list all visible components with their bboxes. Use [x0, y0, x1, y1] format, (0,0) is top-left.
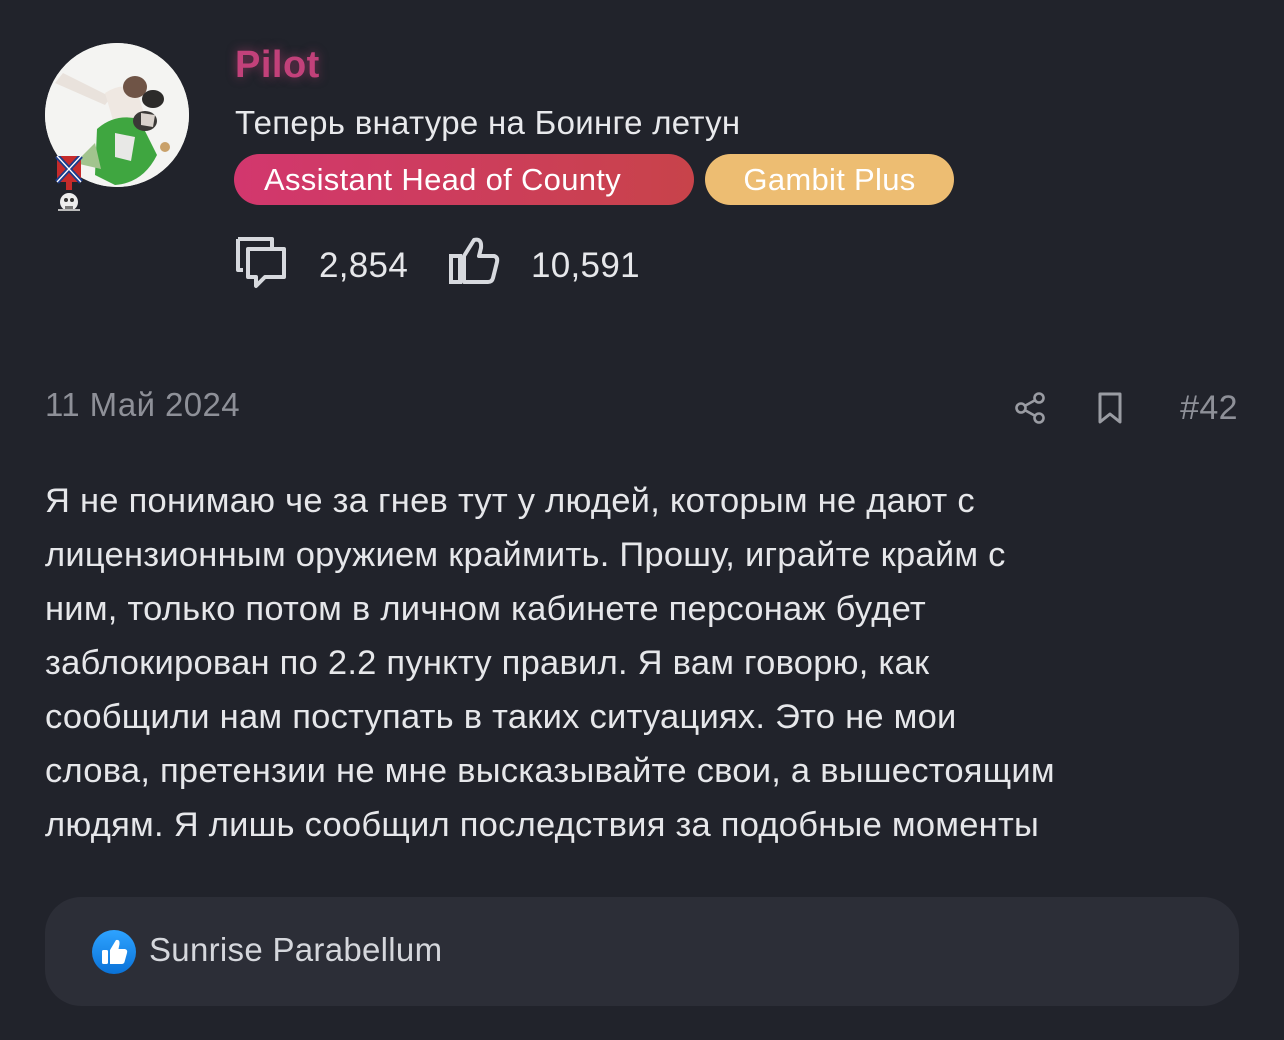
- post-number-link[interactable]: #42: [1180, 389, 1238, 428]
- likes-count: 10,591: [531, 246, 640, 285]
- badge-gambit-plus: Gambit Plus: [705, 154, 954, 205]
- author-title: Теперь внатуре на Боинге летун: [235, 104, 741, 141]
- badge-assistant-head-of-county: Assistant Head of County: [234, 154, 694, 205]
- like-reaction-icon: [92, 930, 136, 974]
- messages-count: 2,854: [319, 246, 409, 285]
- reactions-bar[interactable]: Sunrise Parabellum: [45, 897, 1239, 1006]
- messages-icon: [236, 237, 286, 288]
- reaction-users-link[interactable]: Sunrise Parabellum: [149, 931, 442, 969]
- author-username[interactable]: Pilot: [235, 44, 320, 87]
- post-date[interactable]: 11 Май 2024: [45, 386, 240, 424]
- thumbs-up-icon: [449, 237, 500, 284]
- medal-icon: [55, 156, 83, 211]
- bookmark-icon[interactable]: [1094, 390, 1126, 426]
- share-icon[interactable]: [1012, 390, 1048, 426]
- post-author-header: Pilot Теперь внатуре на Боинге летун Ass…: [0, 0, 1284, 330]
- post-body-text: Я не понимаю че за гнев тут у людей, кот…: [45, 482, 1055, 844]
- author-avatar-group[interactable]: [45, 43, 190, 218]
